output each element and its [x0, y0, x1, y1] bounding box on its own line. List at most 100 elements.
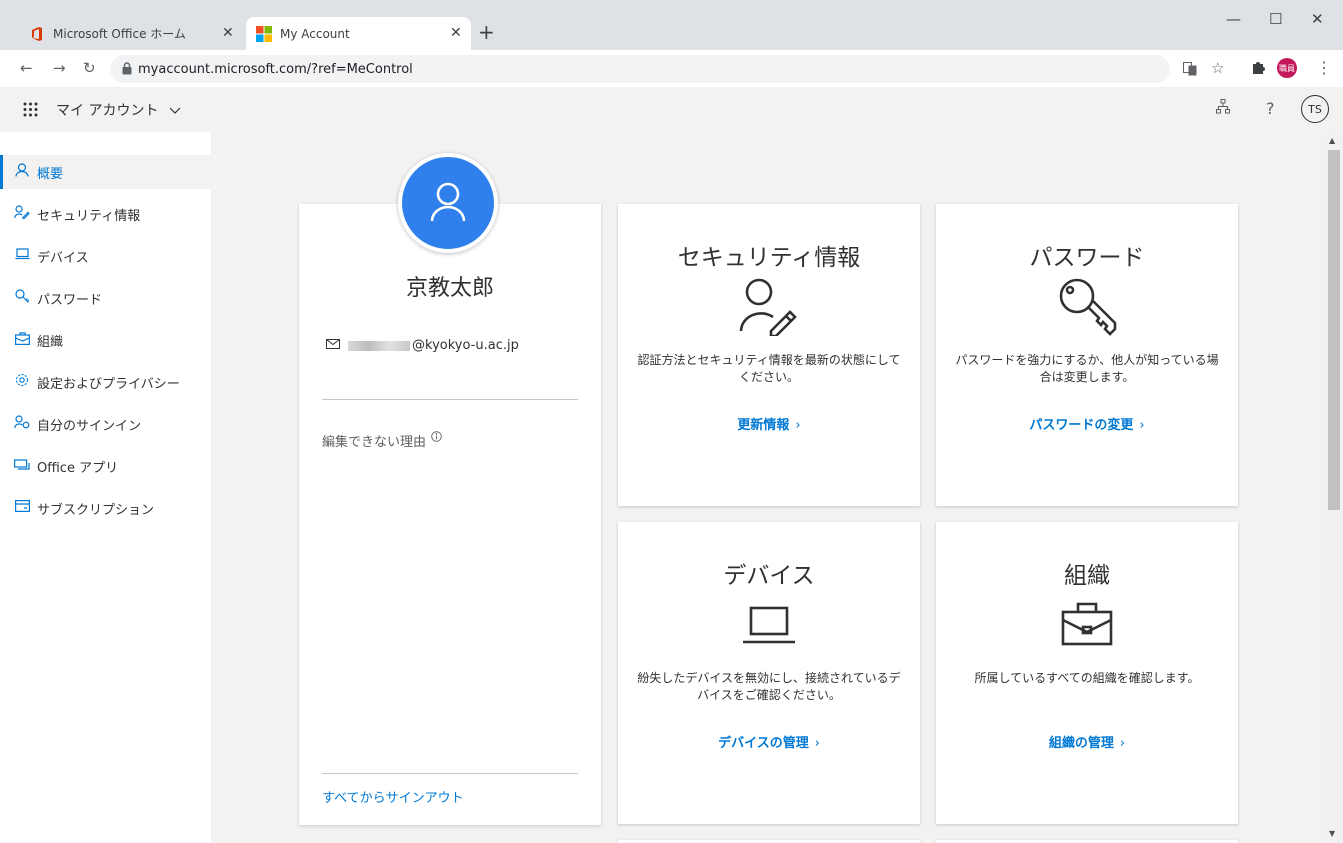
chevron-right-icon: › [814, 736, 820, 751]
redacted-username [348, 340, 410, 351]
sidebar-item-settings-privacy[interactable]: 設定およびプライバシー [0, 365, 211, 399]
organizations-card: 組織 所属しているすべての組織を確認します。 組織の管理 › [936, 522, 1238, 824]
sidebar-item-label: 組織 [37, 334, 64, 350]
org-chart-icon[interactable] [1216, 99, 1230, 118]
forward-icon[interactable]: → [53, 59, 66, 77]
link-label: パスワードの変更 [1029, 418, 1134, 433]
extensions-icon[interactable] [1251, 60, 1265, 78]
sidebar-item-devices[interactable]: デバイス [0, 239, 211, 273]
address-bar[interactable]: myaccount.microsoft.com/?ref=MeControl ☆ [110, 55, 1224, 83]
link-label: 更新情報 [737, 418, 790, 433]
sidebar-nav: 概要 セキュリティ情報 デバイス パスワード 組織 設定およびプライバシー 自分… [0, 132, 214, 843]
card-description: パスワードを強力にするか、他人が知っている場合は変更します。 [955, 353, 1219, 384]
info-icon[interactable] [431, 431, 442, 446]
sidebar-item-overview[interactable]: 概要 [0, 155, 214, 189]
bookmark-star-icon[interactable]: ☆ [1211, 59, 1224, 77]
sidebar-item-label: 概要 [37, 166, 64, 182]
chevron-right-icon: › [795, 418, 801, 433]
sign-out-everywhere-link[interactable]: すべてからサインアウト [322, 787, 464, 806]
divider [322, 773, 578, 774]
app-name: マイ アカウント [56, 103, 159, 119]
link-label: デバイスの管理 [718, 736, 809, 751]
sidebar-item-password[interactable]: パスワード [0, 281, 211, 315]
help-icon[interactable]: ? [1266, 99, 1275, 118]
minimize-icon[interactable]: — [1226, 10, 1241, 28]
sign-in-icon [13, 415, 31, 433]
cannot-edit-reason[interactable]: 編集できない理由 [322, 431, 442, 450]
sidebar-item-label: パスワード [37, 292, 103, 308]
profile-email: @kyokyo-u.ac.jp [326, 338, 519, 353]
chevron-right-icon: › [1139, 418, 1145, 433]
close-tab-icon[interactable]: ✕ [450, 25, 462, 41]
key-icon [13, 288, 31, 308]
microsoft-logo-icon [256, 25, 272, 42]
sidebar-item-label: サブスクリプション [37, 502, 155, 518]
laptop-icon [13, 248, 31, 264]
app-name-menu[interactable]: マイ アカウント [56, 100, 181, 120]
tab-title: My Account [280, 26, 350, 41]
new-tab-button[interactable]: + [478, 20, 495, 44]
office-apps-icon [13, 458, 31, 474]
scrollbar-thumb[interactable] [1328, 150, 1340, 510]
devices-card: デバイス 紛失したデバイスを無効にし、接続されているデバイスをご確認ください。 … [618, 522, 920, 824]
close-tab-icon[interactable]: ✕ [222, 25, 234, 41]
sidebar-item-my-sign-ins[interactable]: 自分のサインイン [0, 407, 211, 441]
sidebar-item-subscriptions[interactable]: サブスクリプション [0, 491, 211, 525]
chevron-down-icon [169, 103, 181, 119]
tab-office-home[interactable]: Microsoft Office ホーム ✕ [16, 17, 244, 50]
page-scrollbar[interactable]: ▲ ▼ [1325, 132, 1343, 843]
scroll-up-icon[interactable]: ▲ [1329, 136, 1335, 145]
sidebar-item-label: 設定およびプライバシー [37, 376, 180, 392]
waffle-icon[interactable] [23, 102, 38, 121]
divider [322, 399, 578, 400]
manage-devices-link[interactable]: デバイスの管理 › [618, 732, 920, 751]
person-icon [430, 182, 466, 226]
key-icon [1057, 276, 1117, 336]
tab-my-account[interactable]: My Account ✕ [246, 17, 471, 50]
sidebar-item-office-apps[interactable]: Office アプリ [0, 449, 211, 483]
profile-badge[interactable]: 職員 [1277, 58, 1297, 78]
lock-icon [122, 62, 132, 79]
reload-icon[interactable]: ↻ [83, 59, 96, 77]
cannot-edit-label: 編集できない理由 [322, 435, 427, 450]
profile-avatar [398, 153, 498, 253]
user-avatar[interactable]: TS [1301, 95, 1329, 123]
laptop-icon [739, 594, 799, 654]
profile-card: 京教太郎 @kyokyo-u.ac.jp 編集できない理由 すべてからサインアウ… [299, 204, 601, 825]
close-window-icon[interactable]: ✕ [1311, 10, 1324, 28]
change-password-link[interactable]: パスワードの変更 › [936, 414, 1238, 433]
sidebar-item-security-info[interactable]: セキュリティ情報 [0, 197, 211, 231]
card-description: 紛失したデバイスを無効にし、接続されているデバイスをご確認ください。 [637, 671, 901, 702]
translate-icon[interactable] [1183, 62, 1197, 80]
browser-toolbar: ← → ↻ myaccount.microsoft.com/?ref=MeCon… [0, 50, 1343, 87]
card-title: デバイス [723, 563, 815, 589]
sidebar-item-label: セキュリティ情報 [37, 208, 141, 224]
briefcase-icon [1057, 594, 1117, 654]
security-info-icon [13, 205, 31, 223]
sidebar-item-label: 自分のサインイン [37, 418, 142, 434]
manage-organizations-link[interactable]: 組織の管理 › [936, 732, 1238, 751]
back-icon[interactable]: ← [20, 59, 33, 77]
person-icon [13, 163, 31, 181]
security-info-icon [739, 276, 799, 338]
sidebar-item-organizations[interactable]: 組織 [0, 323, 211, 357]
security-info-card: セキュリティ情報 認証方法とセキュリティ情報を最新の状態にしてください。 更新情… [618, 204, 920, 506]
card-title: 組織 [1064, 563, 1110, 589]
office-logo-icon [30, 26, 44, 41]
card-title: セキュリティ情報 [677, 245, 861, 271]
update-info-link[interactable]: 更新情報 › [618, 414, 920, 433]
profile-name: 京教太郎 [405, 276, 494, 301]
browser-tab-strip: Microsoft Office ホーム ✕ My Account ✕ + — … [0, 0, 1343, 50]
sidebar-item-label: Office アプリ [37, 460, 119, 476]
card-title: パスワード [1029, 245, 1145, 271]
browser-menu-icon[interactable]: ⋮ [1316, 58, 1332, 77]
email-domain: @kyokyo-u.ac.jp [412, 338, 519, 353]
gear-icon [13, 373, 31, 391]
office-header: マイ アカウント ? TS [0, 87, 1343, 132]
maximize-icon[interactable]: ☐ [1269, 10, 1282, 28]
url-text: myaccount.microsoft.com/?ref=MeControl [138, 61, 413, 77]
link-label: 組織の管理 [1048, 736, 1114, 751]
password-card: パスワード パスワードを強力にするか、他人が知っている場合は変更します。 パスワ… [936, 204, 1238, 506]
scroll-down-icon[interactable]: ▼ [1329, 829, 1335, 838]
subscription-icon [13, 500, 31, 516]
